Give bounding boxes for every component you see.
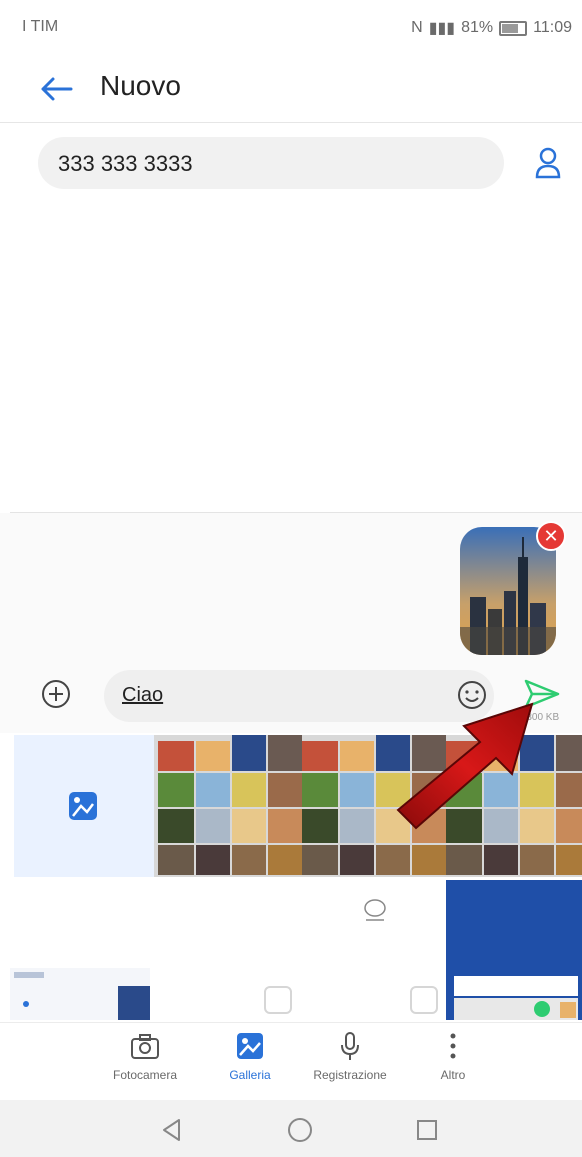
- tab-altro[interactable]: Altro: [403, 1030, 503, 1094]
- message-text: Ciao: [122, 684, 164, 706]
- message-area: [0, 210, 582, 510]
- nav-home-button[interactable]: [283, 1113, 317, 1147]
- screenshot-preview-icon: [10, 968, 150, 1020]
- tab-label: Registrazione: [313, 1068, 387, 1082]
- person-icon: [535, 147, 561, 179]
- app-header: [0, 56, 582, 123]
- back-triangle-icon: [163, 1119, 180, 1141]
- recipient-value: 333 333 3333: [58, 151, 193, 176]
- tab-label: Altro: [440, 1068, 466, 1082]
- tab-fotocamera[interactable]: Fotocamera: [95, 1030, 195, 1094]
- more-icon: [437, 1030, 469, 1062]
- microphone-icon: [334, 1030, 366, 1062]
- close-icon: ✕: [543, 525, 559, 546]
- add-attachment-button[interactable]: [40, 678, 72, 710]
- select-checkbox[interactable]: [264, 986, 292, 1014]
- back-button[interactable]: [36, 72, 76, 106]
- time: 11:09: [533, 19, 572, 36]
- nav-recents-button[interactable]: [410, 1113, 444, 1147]
- comment-icon: [358, 896, 392, 924]
- nfc-icon: N: [411, 19, 423, 36]
- blue-photo-thumbnail[interactable]: [446, 880, 582, 1020]
- nav-back-button[interactable]: [155, 1113, 189, 1147]
- battery-icon: [499, 20, 528, 36]
- screenshot-thumbnail[interactable]: [10, 968, 150, 1020]
- camera-icon: [129, 1030, 161, 1062]
- gallery-icon: [234, 1030, 266, 1062]
- phone-screenshot-icon: [446, 880, 582, 1020]
- signal-icon: ▮▮▮: [428, 20, 456, 37]
- select-checkbox[interactable]: [410, 986, 438, 1014]
- carrier-label: I TIM: [22, 18, 59, 35]
- add-contact-button[interactable]: [531, 146, 565, 180]
- back-arrow-icon: [41, 77, 73, 101]
- tab-registrazione[interactable]: Registrazione: [300, 1030, 400, 1094]
- remove-attachment-button[interactable]: ✕: [536, 521, 566, 551]
- plus-circle-icon: [42, 680, 70, 708]
- recents-square-icon: [417, 1120, 437, 1140]
- red-pointer-arrow: [380, 690, 550, 840]
- status-icons: N ▮▮▮ 81% 11:09: [411, 18, 572, 38]
- gallery-icon: [67, 790, 99, 822]
- tab-galleria[interactable]: Galleria: [200, 1030, 300, 1094]
- home-circle-icon: [288, 1118, 312, 1142]
- tab-label: Fotocamera: [112, 1068, 178, 1082]
- tab-label: Galleria: [229, 1068, 271, 1082]
- battery-percent: 81%: [461, 19, 494, 36]
- page-title: Nuovo: [100, 70, 181, 101]
